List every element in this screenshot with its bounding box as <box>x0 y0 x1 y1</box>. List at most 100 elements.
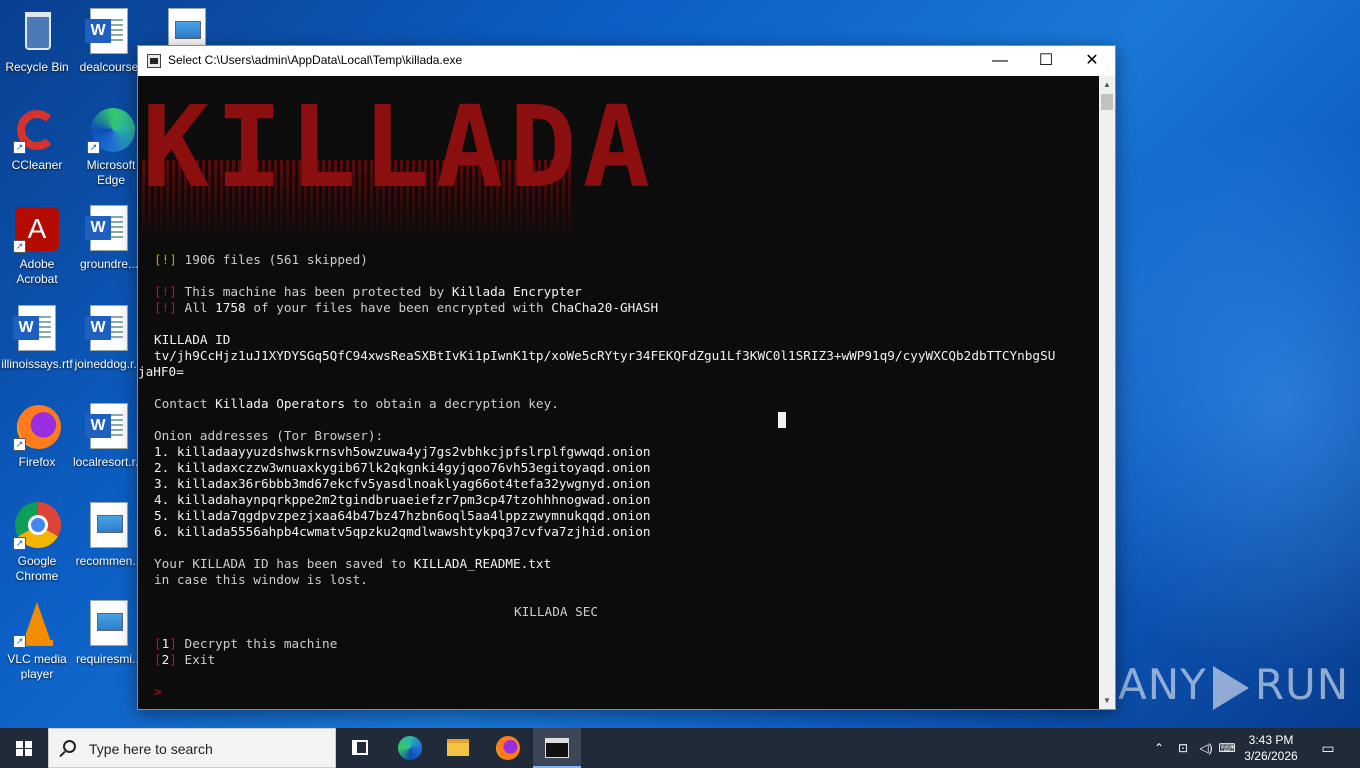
desktop-icon-label: CCleaner <box>11 158 63 172</box>
desktop-icon-acrobat[interactable]: A ↗ Adobe Acrobat <box>0 205 74 287</box>
edge-icon <box>398 736 422 760</box>
close-button[interactable]: ✕ <box>1069 46 1115 76</box>
task-view-button[interactable] <box>336 728 384 768</box>
desktop-icon-dealcourse[interactable]: W dealcourse <box>72 8 146 75</box>
console-icon <box>545 738 569 758</box>
scroll-down-icon[interactable]: ▼ <box>1099 692 1115 709</box>
desktop-icon-label: Recycle Bin <box>5 60 69 74</box>
shortcut-arrow-icon: ↗ <box>87 141 100 154</box>
recycle-bin-icon <box>13 8 61 56</box>
task-view-icon <box>352 740 368 755</box>
taskbar-clock[interactable]: 3:43 PM 3/26/2026 <box>1236 732 1306 764</box>
firefox-icon <box>496 736 520 760</box>
language-icon[interactable]: ⌨ <box>1218 728 1236 768</box>
killada-id-label: KILLADA ID <box>154 332 231 347</box>
onion-address: 4. killadahaynpqrkppe2m2tgindbruaeiefzr7… <box>154 492 651 507</box>
shortcut-arrow-icon: ↗ <box>13 141 26 154</box>
console-output[interactable]: KILLADA [!] 1906 files (561 skipped) [!]… <box>138 76 1099 709</box>
menu-option-decrypt[interactable]: [1] Decrypt this machine <box>154 636 337 652</box>
input-prompt[interactable]: > <box>154 684 162 700</box>
onion-header: Onion addresses (Tor Browser): <box>154 428 384 443</box>
edge-icon: ↗ <box>87 106 135 154</box>
scrollbar-thumb[interactable] <box>1101 94 1113 110</box>
desktop-icon-label: recommen... <box>75 554 143 568</box>
warning-line-encrypted: [!] All 1758 of your files have been enc… <box>154 300 659 315</box>
maximize-button[interactable]: ☐ <box>1023 46 1069 76</box>
desktop-icon-label: VLC media player <box>7 652 67 681</box>
desktop-icon-label: Adobe Acrobat <box>16 257 58 286</box>
desktop-icon-ccleaner[interactable]: ↗ CCleaner <box>0 106 74 173</box>
minimize-button[interactable]: — <box>977 46 1023 76</box>
volume-icon[interactable]: ◁) <box>1196 728 1216 768</box>
chrome-icon: ↗ <box>13 502 61 550</box>
banner-text: KILLADA <box>142 83 657 213</box>
desktop-icon-label: Google Chrome <box>15 554 59 583</box>
menu-option-exit[interactable]: [2] Exit <box>154 652 215 668</box>
killada-id-value-cont: jaHF0= <box>138 364 184 379</box>
image-doc-icon <box>85 502 133 550</box>
vertical-scrollbar[interactable]: ▲ ▼ <box>1099 76 1115 709</box>
shortcut-arrow-icon: ↗ <box>13 537 26 550</box>
onion-address: 1. killadaayyuzdshwskrnsvh5owzuwa4yj7gs2… <box>154 444 651 459</box>
watermark-left: ANY <box>1118 660 1207 709</box>
console-app-icon <box>147 54 161 68</box>
anyrun-watermark: ANY RUN <box>1118 660 1349 710</box>
word-doc-icon: W <box>85 8 133 56</box>
desktop-icon-label: localresort.r... <box>72 455 146 469</box>
desktop-icon-label: requiresmi... <box>75 652 143 666</box>
desktop-icon-illinoissays[interactable]: W illinoissays.rtf <box>0 305 74 372</box>
desktop-icon-requiresmi[interactable]: requiresmi... <box>72 600 146 667</box>
saved-line-2: in case this window is lost. <box>154 572 368 587</box>
killada-ascii-banner: KILLADA <box>142 88 650 240</box>
desktop-icon-recycle-bin[interactable]: Recycle Bin <box>0 8 74 75</box>
taskbar-firefox[interactable] <box>484 728 532 768</box>
image-doc-icon <box>85 600 133 648</box>
desktop-icon-recommen[interactable]: recommen... <box>72 502 146 569</box>
desktop-icon-chrome[interactable]: ↗ Google Chrome <box>0 502 74 584</box>
vlc-icon: ↗ <box>13 600 61 648</box>
desktop-icon-label: groundre... <box>79 257 139 271</box>
watermark-right: RUN <box>1254 660 1350 709</box>
desktop-icon-label: dealcourse <box>79 60 139 74</box>
taskbar-search-box[interactable]: Type here to search <box>48 728 336 768</box>
taskbar-console[interactable] <box>533 728 581 768</box>
desktop-icon-joineddog[interactable]: W joineddog.r... <box>72 305 146 372</box>
desktop-icon-groundre[interactable]: W groundre... <box>72 205 146 272</box>
windows-logo-icon <box>16 741 32 756</box>
acrobat-icon: A ↗ <box>13 205 61 253</box>
desktop-icon-label: joineddog.r... <box>74 357 144 371</box>
tray-chevron-icon[interactable]: ⌃ <box>1150 728 1168 768</box>
word-doc-icon: W <box>85 305 133 353</box>
warning-line-protected: [!] This machine has been protected by K… <box>154 284 582 299</box>
window-titlebar[interactable]: Select C:\Users\admin\AppData\Local\Temp… <box>138 46 1115 76</box>
window-title: Select C:\Users\admin\AppData\Local\Temp… <box>168 53 463 67</box>
saved-line: Your KILLADA ID has been saved to KILLAD… <box>154 556 552 571</box>
console-window[interactable]: Select C:\Users\admin\AppData\Local\Temp… <box>137 45 1116 710</box>
text-cursor <box>778 412 786 428</box>
desktop-icon-label: illinoissays.rtf <box>1 357 73 371</box>
shortcut-arrow-icon: ↗ <box>13 240 26 253</box>
clock-date: 3/26/2026 <box>1244 749 1298 763</box>
network-icon[interactable]: ⊡ <box>1174 728 1192 768</box>
search-placeholder: Type here to search <box>89 741 213 757</box>
shortcut-arrow-icon: ↗ <box>13 635 26 648</box>
taskbar-file-explorer[interactable] <box>434 728 482 768</box>
footer-killada-sec: KILLADA SEC <box>514 604 599 619</box>
ccleaner-icon: ↗ <box>13 106 61 154</box>
taskbar: Type here to search ⌃ ⊡ ◁) ⌨ 3:43 PM 3/2… <box>0 728 1360 768</box>
shortcut-arrow-icon: ↗ <box>13 438 26 451</box>
onion-address: 5. killada7qgdpvzpezjxaa64b47bz47hzbn6oq… <box>154 508 651 523</box>
start-button[interactable] <box>0 728 48 768</box>
firefox-icon: ↗ <box>13 403 61 451</box>
word-doc-icon: W <box>85 403 133 451</box>
clock-time: 3:43 PM <box>1248 733 1294 747</box>
notifications-icon[interactable]: ▭ <box>1316 728 1340 768</box>
play-logo-icon <box>1212 665 1249 710</box>
desktop-icon-label: Firefox <box>18 455 56 469</box>
taskbar-edge[interactable] <box>386 728 434 768</box>
desktop-icon-localresort[interactable]: W localresort.r... <box>72 403 146 470</box>
desktop-icon-vlc[interactable]: ↗ VLC media player <box>0 600 74 682</box>
scroll-up-icon[interactable]: ▲ <box>1099 76 1115 93</box>
desktop-icon-firefox[interactable]: ↗ Firefox <box>0 403 74 470</box>
status-line: [!] 1906 files (561 skipped) <box>154 252 368 267</box>
